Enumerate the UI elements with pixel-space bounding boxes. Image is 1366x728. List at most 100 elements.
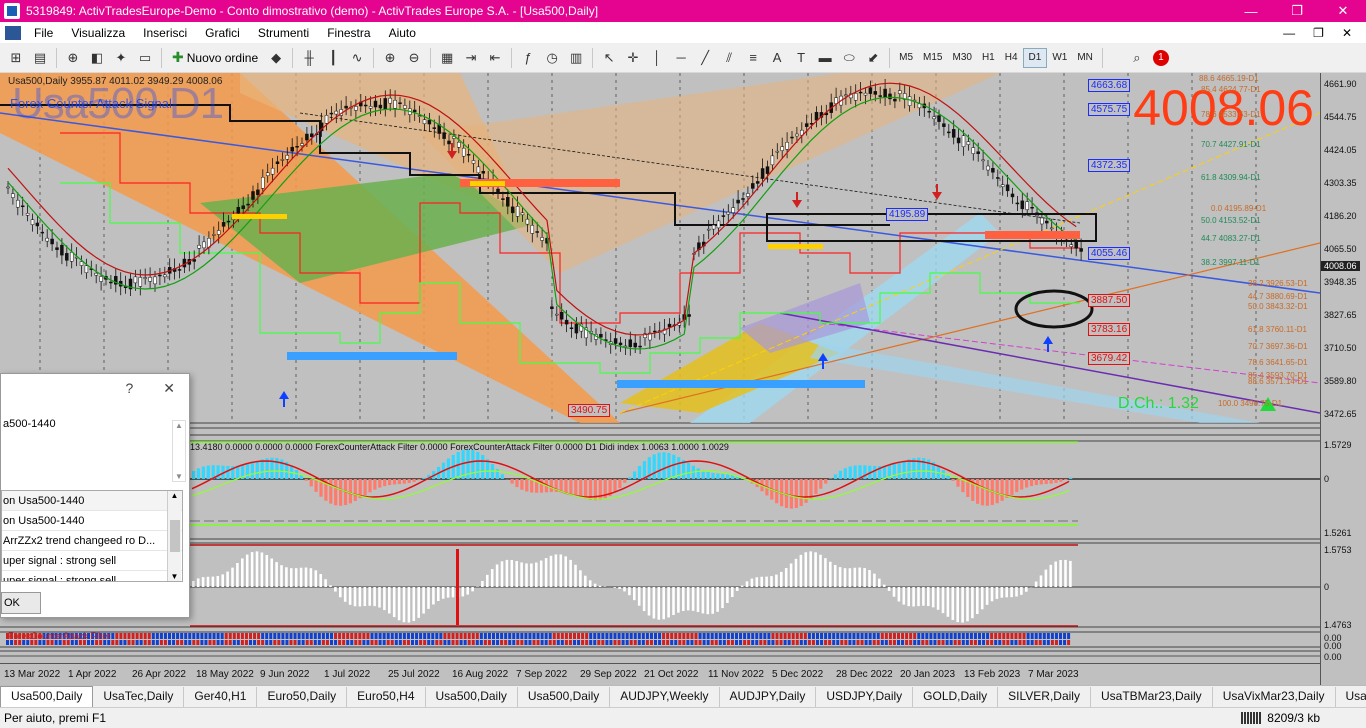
data-window-icon[interactable]: ◧ xyxy=(85,47,109,69)
terminal-icon[interactable]: ▭ xyxy=(133,47,157,69)
chart-tab[interactable]: AUDJPY,Daily xyxy=(720,687,817,707)
fibonacci-icon[interactable]: ≡ xyxy=(741,47,765,69)
chart-tab[interactable]: Ger40,H1 xyxy=(184,687,258,707)
menu-tools[interactable]: Strumenti xyxy=(249,26,318,40)
search-icon[interactable]: ⌕ xyxy=(1125,47,1149,69)
chart-tab[interactable]: UsaIn xyxy=(1336,687,1366,707)
market-watch-icon[interactable]: ⊕ xyxy=(61,47,85,69)
timeframe-h4[interactable]: H4 xyxy=(1000,48,1023,68)
menu-charts[interactable]: Grafici xyxy=(196,26,249,40)
text-label-icon[interactable]: T xyxy=(789,47,813,69)
chart-tab[interactable]: Usa500,Daily xyxy=(0,686,94,707)
alert-row[interactable]: on Usa500-1440 xyxy=(2,511,182,531)
chart-tab[interactable]: Euro50,Daily xyxy=(257,687,348,707)
zoom-in-icon[interactable]: ⊕ xyxy=(378,47,402,69)
alert-list[interactable]: on Usa500-1440 on Usa500-1440 ArrZZx2 tr… xyxy=(1,490,183,582)
menu-insert[interactable]: Inserisci xyxy=(134,26,196,40)
ind1-histogram-bar xyxy=(1000,479,1004,501)
ind3-block xyxy=(240,640,244,645)
ind2-histogram-bar xyxy=(588,580,592,587)
navigator-icon[interactable]: ✦ xyxy=(109,47,133,69)
chart-tab[interactable]: UsaVixMar23,Daily xyxy=(1213,687,1336,707)
ind2-histogram-bar xyxy=(789,563,793,587)
menu-help[interactable]: Aiuto xyxy=(380,26,425,40)
ind2-histogram-bar xyxy=(838,567,842,587)
cursor-icon[interactable]: ↖ xyxy=(597,47,621,69)
tile-windows-icon[interactable]: ▦ xyxy=(435,47,459,69)
zoom-out-icon[interactable]: ⊖ xyxy=(402,47,426,69)
dialog-help-button[interactable]: ? xyxy=(125,380,133,396)
timeframe-m15[interactable]: M15 xyxy=(918,48,947,68)
bar-chart-icon[interactable]: ╫ xyxy=(297,47,321,69)
crosshair-icon[interactable]: ✛ xyxy=(621,47,645,69)
chart-tab[interactable]: SILVER,Daily xyxy=(998,687,1091,707)
timeframe-m30[interactable]: M30 xyxy=(947,48,976,68)
message-scrollbar[interactable]: ▲ ▼ xyxy=(172,420,186,482)
chart-area[interactable]: Usa500,Daily 3955.87 4011.02 3949.29 400… xyxy=(0,73,1366,685)
alert-list-scrollbar[interactable]: ▲ ▼ xyxy=(167,491,181,581)
ind3-block xyxy=(649,640,653,645)
ok-button[interactable]: OK xyxy=(1,592,41,614)
new-order-button[interactable]: ✚ Nuovo ordine xyxy=(166,47,264,69)
ellipse-icon[interactable]: ⬭ xyxy=(837,47,861,69)
alert-row[interactable]: ArrZZx2 trend changeed ro D... xyxy=(2,531,182,551)
chart-tab[interactable]: USDJPY,Daily xyxy=(816,687,914,707)
ind2-histogram-bar xyxy=(368,587,371,606)
vertical-line-icon[interactable]: │ xyxy=(645,47,669,69)
mdi-close-button[interactable]: ✕ xyxy=(1342,26,1352,40)
menu-view[interactable]: Visualizza xyxy=(62,26,134,40)
alert-row[interactable]: uper signal : strong sell xyxy=(2,551,182,571)
trendline-icon[interactable]: ╱ xyxy=(693,47,717,69)
dialog-close-button[interactable]: ✕ xyxy=(163,380,175,397)
timeframe-h1[interactable]: H1 xyxy=(977,48,1000,68)
ind1-histogram-bar xyxy=(789,479,793,509)
rectangle-icon[interactable]: ▬ xyxy=(813,47,837,69)
ind3-block xyxy=(872,633,876,639)
price-axis[interactable]: 4661.90 4544.75 4424.05 4303.35 4186.20 4065.… xyxy=(1320,73,1366,685)
notification-badge[interactable]: 1 xyxy=(1152,49,1169,66)
alert-row[interactable]: uper signal : strong sell xyxy=(2,571,182,582)
timeframe-w1[interactable]: W1 xyxy=(1047,48,1072,68)
ind3-block xyxy=(917,640,921,645)
timeframe-d1[interactable]: D1 xyxy=(1022,47,1048,68)
mdi-restore-button[interactable]: ❐ xyxy=(1313,26,1324,40)
profiles-icon[interactable]: ▤ xyxy=(28,47,52,69)
periods-icon[interactable]: ◷ xyxy=(540,47,564,69)
ind2-histogram-bar xyxy=(878,578,881,587)
ind3-block xyxy=(1026,633,1030,639)
ind3-block xyxy=(840,640,844,645)
chart-tab[interactable]: AUDJPY,Weekly xyxy=(610,687,720,707)
timeframe-mn[interactable]: MN xyxy=(1072,48,1098,68)
arrow-icon[interactable]: ⬋ xyxy=(861,47,885,69)
chart-tab[interactable]: Usa500,Daily xyxy=(518,687,611,707)
candlestick-icon[interactable]: ┃ xyxy=(321,47,345,69)
templates-icon[interactable]: ▥ xyxy=(564,47,588,69)
ind1-histogram-bar xyxy=(784,479,789,508)
menu-window[interactable]: Finestra xyxy=(318,26,379,40)
chart-tab[interactable]: GOLD,Daily xyxy=(913,687,999,707)
menu-file[interactable]: File xyxy=(25,26,62,40)
chart-window-icon[interactable] xyxy=(5,25,21,40)
equidistant-channel-icon[interactable]: ⫽ xyxy=(717,47,741,69)
minimize-button[interactable]: — xyxy=(1228,0,1274,22)
horizontal-line-icon[interactable]: ─ xyxy=(669,47,693,69)
ind3-block xyxy=(735,633,738,639)
text-icon[interactable]: A xyxy=(765,47,789,69)
indicators-icon[interactable]: ƒ xyxy=(516,47,540,69)
chart-tab[interactable]: UsaTec,Daily xyxy=(93,687,185,707)
chart-tab[interactable]: Usa500,Daily xyxy=(426,687,518,707)
auto-trading-icon[interactable]: ◆ xyxy=(264,47,288,69)
restore-button[interactable]: ❐ xyxy=(1274,0,1320,22)
timeframe-m5[interactable]: M5 xyxy=(894,48,918,68)
auto-scroll-icon[interactable]: ⇥ xyxy=(459,47,483,69)
chart-shift-icon[interactable]: ⇤ xyxy=(483,47,507,69)
mdi-minimize-button[interactable]: — xyxy=(1283,26,1295,40)
alert-row[interactable]: on Usa500-1440 xyxy=(2,491,182,511)
line-chart-icon[interactable]: ∿ xyxy=(345,47,369,69)
ind2-histogram-bar xyxy=(339,587,342,598)
chart-tab[interactable]: UsaTBMar23,Daily xyxy=(1091,687,1213,707)
new-chart-icon[interactable]: ⊞ xyxy=(4,47,28,69)
close-button[interactable]: ✕ xyxy=(1320,0,1366,22)
chart-tab[interactable]: Euro50,H4 xyxy=(347,687,426,707)
candle-body xyxy=(310,133,314,138)
